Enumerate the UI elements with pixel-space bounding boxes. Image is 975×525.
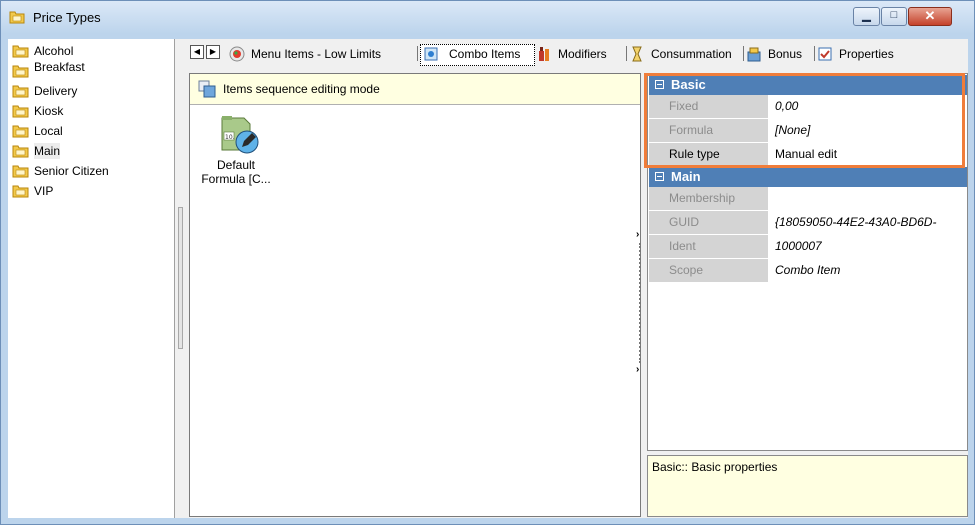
tab-consummation[interactable]: Consummation xyxy=(629,44,741,64)
tab-label: Consummation xyxy=(651,47,732,61)
property-row-ident[interactable]: Ident 1000007 xyxy=(649,235,967,259)
arrow-right-icon: ▶ xyxy=(209,47,217,56)
modifiers-icon xyxy=(539,47,549,61)
help-text: Basic:: Basic properties xyxy=(652,460,778,474)
tab-label: Bonus xyxy=(768,47,803,61)
basic-section-highlight xyxy=(644,73,965,168)
property-name: Scope xyxy=(649,259,768,282)
collapse-icon[interactable] xyxy=(655,172,664,181)
property-row-membership[interactable]: Membership xyxy=(649,187,967,211)
tab-bonus[interactable]: Bonus xyxy=(746,44,812,64)
property-name: Membership xyxy=(649,187,768,210)
tree-item-label: Kiosk xyxy=(34,104,64,118)
tab-properties[interactable]: Properties xyxy=(817,44,907,64)
tab-label: Menu Items - Low Limits xyxy=(251,47,382,61)
property-value[interactable]: 1000007 xyxy=(769,235,967,258)
title-bar[interactable]: Price Types ▁ □ ✕ xyxy=(1,1,974,34)
tab-menu-items-low-limits[interactable]: Menu Items - Low Limits xyxy=(229,44,415,64)
property-row-guid[interactable]: GUID {18059050-44E2-43A0-BD6D- xyxy=(649,211,967,235)
right-splitter[interactable]: › › xyxy=(636,229,644,379)
price-type-icon xyxy=(12,165,29,178)
bonus-icon xyxy=(747,47,761,62)
tree-item-label: VIP xyxy=(34,184,54,198)
combo-items-panel[interactable]: Items sequence editing mode 10. Default … xyxy=(189,73,641,517)
maximize-button[interactable]: □ xyxy=(881,7,907,26)
tree-item-label: Breakfast xyxy=(34,60,85,74)
category-main[interactable]: Main xyxy=(649,167,967,187)
tab-separator xyxy=(743,46,744,61)
price-type-tree[interactable]: Alcohol Breakfast Delivery Kiosk Local M… xyxy=(8,39,175,518)
client-area: Alcohol Breakfast Delivery Kiosk Local M… xyxy=(8,39,968,518)
svg-text:10.: 10. xyxy=(225,134,235,141)
tab-separator xyxy=(626,46,627,61)
combo-item-card[interactable]: 10. Default Formula [C... xyxy=(198,114,274,194)
price-types-window: Price Types ▁ □ ✕ Alcohol Breakfast Deli… xyxy=(0,0,975,525)
formula-document-icon: 10. xyxy=(221,116,259,154)
property-value[interactable] xyxy=(769,187,967,210)
price-type-icon xyxy=(12,185,29,198)
arrow-left-icon: ◀ xyxy=(193,47,201,56)
price-type-icon xyxy=(12,45,29,58)
combo-item-label-line1: Default xyxy=(216,158,256,172)
property-name: GUID xyxy=(649,211,768,234)
splitter-grip[interactable] xyxy=(639,243,641,363)
tree-item-label: Alcohol xyxy=(34,44,74,58)
collapse-arrow-icon[interactable]: › xyxy=(636,364,639,375)
tab-combo-items[interactable]: Combo Items xyxy=(420,44,535,66)
property-name: Ident xyxy=(649,235,768,258)
property-help-box: Basic:: Basic properties xyxy=(647,455,968,517)
price-type-icon xyxy=(12,105,29,118)
collapse-arrow-icon[interactable]: › xyxy=(636,229,639,240)
tab-bar: ◀ ▶ Menu Items - Low Limits Combo Items … xyxy=(186,42,968,66)
mode-banner: Items sequence editing mode xyxy=(190,74,640,105)
property-value[interactable]: {18059050-44E2-43A0-BD6D- xyxy=(769,211,967,234)
tab-separator xyxy=(814,46,815,61)
tab-scroll-right-button[interactable]: ▶ xyxy=(206,45,220,59)
tab-scroll-left-button[interactable]: ◀ xyxy=(190,45,204,59)
tree-item-label: Local xyxy=(34,124,63,138)
tab-label: Properties xyxy=(839,47,894,61)
tree-item-label: Delivery xyxy=(34,84,78,98)
combo-items-icon xyxy=(424,47,438,61)
close-button[interactable]: ✕ xyxy=(908,7,952,26)
price-types-folder-icon xyxy=(9,11,25,24)
combo-item-label: Default Formula [C... xyxy=(198,158,274,186)
tab-label: Combo Items xyxy=(449,47,521,61)
menu-items-icon xyxy=(229,46,245,62)
tab-label: Modifiers xyxy=(558,47,607,61)
properties-icon xyxy=(818,47,832,61)
minimize-button[interactable]: ▁ xyxy=(853,7,880,26)
tab-modifiers[interactable]: Modifiers xyxy=(536,44,624,64)
mode-text: Items sequence editing mode xyxy=(223,82,380,96)
price-type-icon xyxy=(12,125,29,138)
left-splitter[interactable] xyxy=(176,207,186,349)
tab-separator xyxy=(417,46,418,61)
maximize-icon: □ xyxy=(890,9,898,21)
tree-item-label: Main xyxy=(34,143,61,159)
property-row-scope[interactable]: Scope Combo Item xyxy=(649,259,967,283)
close-icon: ✕ xyxy=(924,8,936,23)
price-type-icon xyxy=(12,65,29,78)
window-title: Price Types xyxy=(33,10,101,25)
tree-item-label: Senior Citizen xyxy=(34,164,109,178)
sequence-edit-icon xyxy=(198,80,216,98)
property-value[interactable]: Combo Item xyxy=(769,259,967,282)
splitter-grip[interactable] xyxy=(178,207,183,349)
combo-item-label-line2: Formula [C... xyxy=(201,172,271,186)
price-type-icon xyxy=(12,145,29,158)
category-label: Main xyxy=(671,169,701,184)
consummation-icon xyxy=(632,46,642,62)
price-type-icon xyxy=(12,85,29,98)
minimize-icon: ▁ xyxy=(862,10,871,22)
